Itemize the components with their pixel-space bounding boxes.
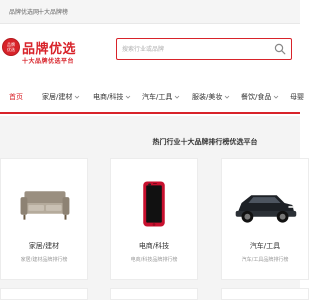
nav-item-food[interactable]: 餐饮/食品 (241, 92, 279, 102)
section-title: 热门行业十大品牌排行榜优选平台 (152, 138, 258, 146)
nav-item-label: 服装/美妆 (192, 93, 223, 101)
sofa-image (20, 191, 70, 220)
nav-item-label: 家居/建材 (42, 93, 73, 101)
nav-item-home-building[interactable]: 家居/建材 (42, 92, 80, 102)
nav-item-auto-tools[interactable]: 汽车/工具 (142, 92, 180, 102)
card-description: 电商/科技品牌排行榜 (130, 257, 178, 263)
search-input[interactable] (117, 39, 267, 59)
card-description: 家居/建材品牌排行榜 (20, 257, 68, 263)
content-area: 热门行业十大品牌排行榜优选平台 家居/建材 家居/建材品牌排行榜 电商/科技 电… (0, 116, 309, 300)
topbar-link-rankings[interactable]: 十大品牌榜 (38, 7, 68, 16)
card-description: 汽车/工具品牌排行榜 (241, 257, 289, 263)
nav-item-label: 首页 (9, 93, 23, 101)
card-title: 汽车/工具 (249, 242, 281, 250)
nav-item-fashion-beauty[interactable]: 服装/美妆 (192, 92, 230, 102)
nav-item-ecommerce-tech[interactable]: 电商/科技 (93, 92, 131, 102)
logo-badge[interactable]: 品牌 优选 (2, 38, 20, 56)
category-card[interactable]: 电商/科技 电商/科技品牌排行榜 (110, 158, 198, 280)
nav-item-maternal[interactable]: 母婴 (290, 92, 304, 102)
search-box (116, 38, 292, 60)
chevron-down-icon (225, 95, 230, 99)
category-card[interactable]: 家居/建材 家居/建材品牌排行榜 (0, 158, 88, 280)
category-card-partial[interactable] (0, 288, 88, 300)
category-card-partial[interactable] (110, 288, 198, 300)
category-card[interactable]: 汽车/工具 汽车/工具品牌排行榜 (221, 158, 309, 280)
search-icon[interactable] (274, 43, 286, 55)
chevron-down-icon (126, 95, 131, 99)
nav-item-home[interactable]: 首页 (9, 92, 23, 102)
nav-item-label: 餐饮/食品 (241, 93, 272, 101)
nav-item-label: 母婴 (290, 93, 304, 101)
card-title: 家居/建材 (28, 242, 60, 250)
chevron-down-icon (274, 95, 279, 99)
nav-item-label: 电商/科技 (93, 93, 124, 101)
chevron-down-icon (175, 95, 180, 99)
logo-badge-line-2: 优选 (7, 47, 15, 52)
suv-image (235, 195, 297, 223)
logo-subtitle: 十大品牌优选平台 (22, 58, 75, 65)
topbar-link-home[interactable]: 品牌优选网 (9, 7, 39, 16)
chevron-down-icon (75, 95, 80, 99)
category-card-partial[interactable] (221, 288, 309, 300)
main-nav: 首页 家居/建材 电商/科技 汽车/工具 服装/美妆 餐饮/食品 母婴 (0, 80, 304, 114)
top-bar: 品牌优选网 十大品牌榜 (0, 0, 300, 24)
phone-image (143, 181, 165, 227)
nav-item-label: 汽车/工具 (142, 93, 173, 101)
card-title: 电商/科技 (138, 242, 170, 250)
logo-title[interactable]: 品牌优选 (22, 38, 76, 57)
